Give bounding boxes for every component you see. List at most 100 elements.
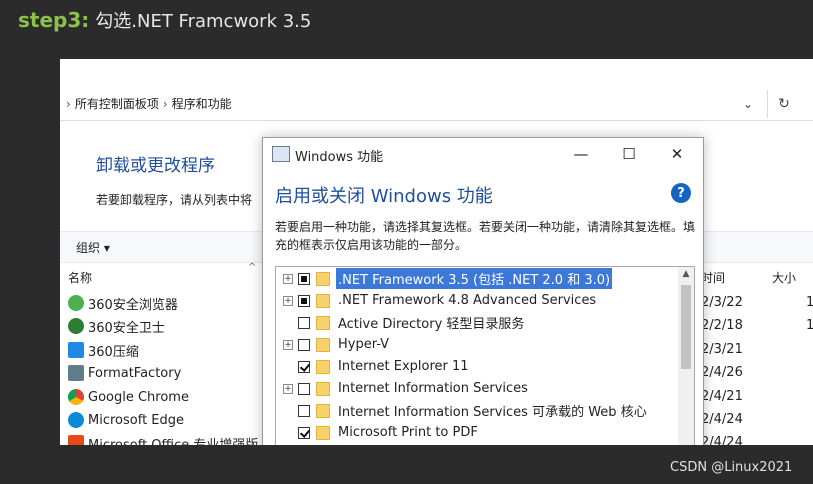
program-name: Google Chrome xyxy=(88,389,189,405)
expand-spacer xyxy=(283,362,293,372)
program-icon xyxy=(68,318,84,334)
program-date: 2/2/18 xyxy=(701,318,743,333)
address-bar[interactable]: › 所有控制面板项 › 程序和功能 ⌄ ↻ xyxy=(60,88,813,121)
caption-text: 勾选.NET Framcwork 3.5 xyxy=(95,11,312,32)
caption: step3: 勾选.NET Framcwork 3.5 xyxy=(18,7,311,35)
feature-item-hyperv[interactable]: + Hyper-V xyxy=(276,334,676,355)
feature-checkbox[interactable] xyxy=(298,426,310,439)
page-title: 卸载或更改程序 xyxy=(96,156,215,176)
feature-item-print-to-pdf[interactable]: Microsoft Print to PDF xyxy=(276,422,676,443)
folder-icon xyxy=(316,381,330,396)
program-date: 2/4/24 xyxy=(701,435,743,445)
organize-button[interactable]: 组织 ▾ xyxy=(76,239,110,256)
page-description: 若要卸载程序，请从列表中将 xyxy=(96,193,253,207)
folder-icon xyxy=(316,315,330,330)
expand-icon[interactable]: + xyxy=(283,295,293,306)
program-date: 2/4/26 xyxy=(701,365,743,380)
folder-icon xyxy=(316,425,330,440)
help-icon[interactable]: ? xyxy=(671,183,691,203)
expand-icon[interactable]: + xyxy=(283,383,293,394)
expand-spacer xyxy=(283,406,293,416)
program-row[interactable]: 360安全卫士 xyxy=(68,315,165,337)
program-date: 2/4/21 xyxy=(701,389,743,404)
breadcrumb-separator: › xyxy=(162,96,168,111)
feature-item-iis[interactable]: + Internet Information Services xyxy=(276,378,676,399)
feature-checkbox[interactable] xyxy=(298,294,310,307)
expand-spacer xyxy=(283,428,293,438)
program-size: 1 xyxy=(806,295,813,310)
feature-item-iis-hostable-core[interactable]: Internet Information Services 可承载的 Web 核… xyxy=(276,400,676,421)
feature-label: Internet Information Services 可承载的 Web 核… xyxy=(338,405,647,420)
feature-label: Internet Explorer 11 xyxy=(338,359,469,374)
feature-label: Microsoft Print to PDF xyxy=(338,425,478,440)
breadcrumb-programs-features[interactable]: 程序和功能 xyxy=(172,95,232,112)
windows-features-icon xyxy=(272,146,290,162)
edge-icon xyxy=(68,412,84,428)
program-row[interactable]: Google Chrome xyxy=(68,386,189,408)
feature-checkbox[interactable] xyxy=(298,360,310,373)
program-size: 1 xyxy=(806,318,813,333)
vertical-scrollbar[interactable]: ▲ xyxy=(678,267,694,445)
program-name: Microsoft Edge xyxy=(88,412,185,428)
program-icon xyxy=(68,365,84,381)
chrome-icon xyxy=(68,389,84,405)
feature-tree[interactable]: + .NET Framework 3.5 (包括 .NET 2.0 和 3.0)… xyxy=(275,266,695,445)
program-icon xyxy=(68,295,84,311)
breadcrumb: › 所有控制面板项 › 程序和功能 xyxy=(66,95,232,112)
folder-icon xyxy=(316,293,330,308)
program-date: 2/3/21 xyxy=(701,342,743,357)
program-row[interactable]: 360安全浏览器 xyxy=(68,292,178,314)
feature-label: Internet Information Services xyxy=(338,381,528,396)
column-header-size[interactable]: 大小 xyxy=(772,269,796,286)
program-date: 2/4/24 xyxy=(701,412,743,427)
dialog-title: Windows 功能 xyxy=(295,150,384,165)
minimize-button[interactable]: — xyxy=(567,142,595,166)
program-name: 360安全卫士 xyxy=(88,320,165,336)
office-icon xyxy=(68,435,84,445)
column-header-name[interactable]: 名称 xyxy=(68,269,92,286)
program-icon xyxy=(68,342,84,358)
breadcrumb-separator: › xyxy=(66,96,71,111)
breadcrumb-all-control-panel[interactable]: 所有控制面板项 xyxy=(75,95,159,112)
folder-icon xyxy=(316,271,330,286)
dialog-titlebar[interactable]: Windows 功能 — ☐ ✕ xyxy=(263,138,703,170)
dialog-description: 若要启用一种功能，请选择其复选框。若要关闭一种功能，请清除其复选框。填充的框表示… xyxy=(275,220,696,252)
feature-item-netfx48[interactable]: + .NET Framework 4.8 Advanced Services xyxy=(276,290,676,311)
feature-label: Active Directory 轻型目录服务 xyxy=(338,317,525,332)
column-header-date[interactable]: 时间 xyxy=(701,269,725,286)
feature-checkbox[interactable] xyxy=(298,338,310,351)
folder-icon xyxy=(316,359,330,374)
sort-up-icon: ^ xyxy=(248,262,257,273)
program-name: 360安全浏览器 xyxy=(88,297,178,313)
feature-item-ie11[interactable]: Internet Explorer 11 xyxy=(276,356,676,377)
scrollbar-thumb[interactable] xyxy=(681,285,691,369)
refresh-icon[interactable]: ↻ xyxy=(772,92,796,116)
control-panel-window: › 所有控制面板项 › 程序和功能 ⌄ ↻ 卸载或更改程序 若要卸载程序，请从列… xyxy=(60,59,813,445)
program-name: 360压缩 xyxy=(88,344,139,360)
program-row[interactable]: Microsoft Edge xyxy=(68,409,184,431)
scroll-up-icon[interactable]: ▲ xyxy=(678,269,694,283)
feature-checkbox[interactable] xyxy=(298,316,310,329)
feature-checkbox[interactable] xyxy=(298,382,310,395)
dialog-heading: 启用或关闭 Windows 功能 xyxy=(275,186,493,207)
watermark: CSDN @Linux2021 xyxy=(670,460,793,475)
program-row[interactable]: 360压缩 xyxy=(68,339,139,361)
feature-label: .NET Framework 4.8 Advanced Services xyxy=(338,293,597,308)
divider xyxy=(767,90,768,118)
feature-checkbox[interactable] xyxy=(298,404,310,417)
chevron-down-icon[interactable]: ⌄ xyxy=(736,92,760,116)
close-button[interactable]: ✕ xyxy=(663,142,691,166)
program-row[interactable]: Microsoft Office 专业增强版 xyxy=(68,432,258,445)
windows-features-dialog: Windows 功能 — ☐ ✕ 启用或关闭 Windows 功能 ? 若要启用… xyxy=(262,137,704,445)
maximize-button[interactable]: ☐ xyxy=(615,142,643,166)
expand-spacer xyxy=(283,318,293,328)
feature-item-netfx35[interactable]: + .NET Framework 3.5 (包括 .NET 2.0 和 3.0) xyxy=(276,268,676,289)
feature-item-adlds[interactable]: Active Directory 轻型目录服务 xyxy=(276,312,676,333)
program-row[interactable]: FormatFactory xyxy=(68,362,181,384)
expand-icon[interactable]: + xyxy=(283,273,293,284)
feature-checkbox[interactable] xyxy=(298,272,310,285)
program-date: 2/3/22 xyxy=(701,295,743,310)
program-name: FormatFactory xyxy=(88,365,182,381)
feature-label: Hyper-V xyxy=(338,337,390,352)
expand-icon[interactable]: + xyxy=(283,339,293,350)
